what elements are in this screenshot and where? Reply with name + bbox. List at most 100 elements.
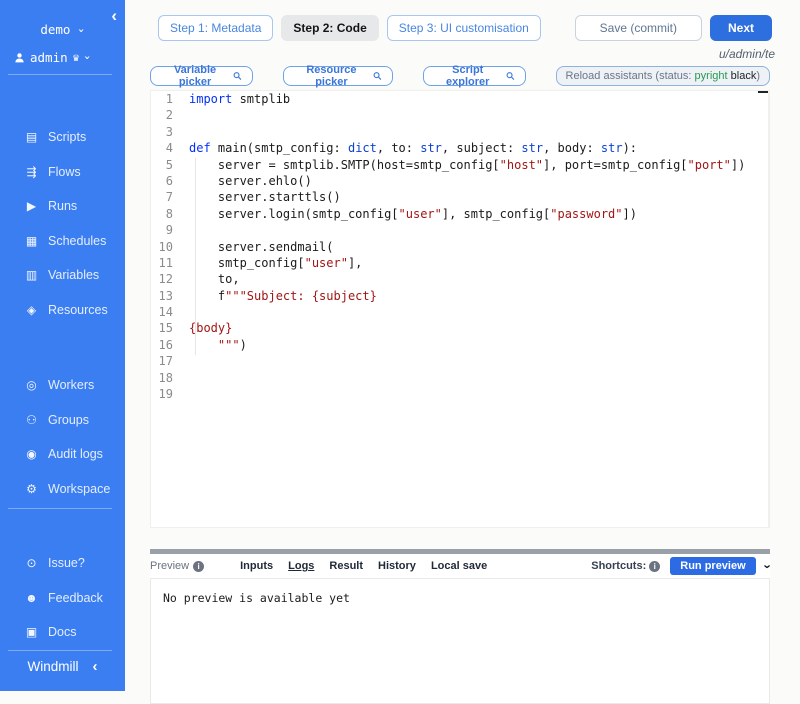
code-line[interactable]: 7 server.starttls() [151, 189, 769, 205]
info-icon[interactable]: i [649, 561, 660, 572]
code-line[interactable]: 14 [151, 304, 769, 320]
code-text: import smtplib [173, 91, 290, 107]
workspace-selector[interactable]: demo › [0, 22, 125, 37]
code-line[interactable]: 19 [151, 386, 769, 402]
line-number: 13 [151, 288, 173, 304]
search-icon [506, 71, 515, 81]
sidebar-item-variables[interactable]: ▥ Variables [0, 258, 125, 293]
preview-tab-inputs[interactable]: Inputs [240, 560, 273, 572]
variables-icon: ▥ [24, 268, 39, 282]
sidebar-item-audit-logs[interactable]: ◉Audit logs [0, 437, 125, 472]
code-line[interactable]: 3 [151, 124, 769, 140]
code-line[interactable]: 8 server.login(smtp_config["user"], smtp… [151, 206, 769, 222]
code-line[interactable]: 9 [151, 222, 769, 238]
sidebar-item-label: Scripts [48, 130, 86, 144]
tab-step1-metadata[interactable]: Step 1: Metadata [158, 15, 273, 41]
code-line[interactable]: 4def main(smtp_config: dict, to: str, su… [151, 140, 769, 156]
sidebar-item-runs[interactable]: ▶Runs [0, 189, 125, 224]
sidebar-item-flows[interactable]: ⇶ Flows [0, 155, 125, 190]
sidebar-item-label: Groups [48, 413, 89, 427]
sidebar-item-label: Flows [48, 165, 81, 179]
code-line[interactable]: 5 server = smtplib.SMTP(host=smtp_config… [151, 157, 769, 173]
save-commit-button[interactable]: Save (commit) [575, 15, 702, 41]
sidebar-nav-admin: ◎ Workers ⚇Groups◉Audit logs⚙Workspace [0, 368, 125, 506]
reload-assistants-button[interactable]: Reload assistants (status: pyright black… [556, 66, 770, 86]
code-text: smtp_config["user"], [173, 255, 362, 271]
brand-name: Windmill [27, 659, 78, 674]
sidebar-item-schedules[interactable]: ▦ Schedules [0, 224, 125, 259]
sidebar-item-feedback[interactable]: ☻ Feedback [0, 581, 125, 616]
code-text: def main(smtp_config: dict, to: str, sub… [173, 140, 637, 156]
flows-icon: ⇶ [24, 165, 39, 179]
preview-tab-local-save[interactable]: Local save [431, 560, 487, 572]
script-explorer-button[interactable]: Script explorer [423, 66, 526, 86]
scripts-icon: ▤ [24, 130, 39, 144]
sidebar-nav-footer: ⊙Issue? ☻ Feedback ▣Docs [0, 546, 125, 650]
run-preview-button[interactable]: Run preview [670, 557, 755, 575]
sidebar: ‹ demo › admin ♛ › ▤ Scripts ⇶ Flows ▶Runs ▦ S… [0, 0, 125, 691]
workspace-name: demo [40, 22, 70, 37]
crown-icon: ♛ [73, 51, 80, 64]
sidebar-item-scripts[interactable]: ▤ Scripts [0, 120, 125, 155]
sidebar-item-workers[interactable]: ◎ Workers [0, 368, 125, 403]
line-number: 14 [151, 304, 173, 320]
sidebar-item-label: Resources [48, 303, 108, 317]
sidebar-item-issue[interactable]: ⊙Issue? [0, 546, 125, 581]
sidebar-item-workspace[interactable]: ⚙Workspace [0, 472, 125, 507]
sidebar-item-label: Schedules [48, 234, 106, 248]
sidebar-item-resources[interactable]: ◈ Resources [0, 293, 125, 328]
user-name: admin [30, 50, 68, 65]
code-line[interactable]: 1import smtplib [151, 91, 769, 107]
info-icon[interactable]: i [193, 561, 204, 572]
code-text [173, 386, 189, 402]
code-text: server = smtplib.SMTP(host=smtp_config["… [173, 157, 745, 173]
tab-step2-code[interactable]: Step 2: Code [281, 15, 378, 41]
sidebar-item-docs[interactable]: ▣Docs [0, 615, 125, 650]
code-line[interactable]: 12 to, [151, 271, 769, 287]
shortcuts-label: Shortcuts: i [591, 560, 660, 572]
code-editor[interactable]: 1import smtplib234def main(smtp_config: … [150, 90, 770, 528]
line-number: 16 [151, 337, 173, 353]
sidebar-item-label: Issue? [48, 556, 85, 570]
workers-icon: ◎ [24, 378, 39, 392]
code-text: server.starttls() [173, 189, 341, 205]
code-line[interactable]: 6 server.ehlo() [151, 173, 769, 189]
resources-icon: ◈ [24, 303, 39, 317]
sidebar-item-groups[interactable]: ⚇Groups [0, 403, 125, 438]
workspace-icon: ⚙ [24, 482, 39, 496]
code-line[interactable]: 10 server.sendmail( [151, 239, 769, 255]
reload-label: Reload assistants (status: [566, 70, 695, 82]
sidebar-item-label: Feedback [48, 591, 103, 605]
preview-tab-result[interactable]: Result [329, 560, 363, 572]
sidebar-collapse-icon[interactable]: ‹ [93, 658, 98, 675]
next-button[interactable]: Next [710, 15, 772, 41]
preview-label: Preview i [150, 560, 204, 572]
schedules-icon: ▦ [24, 234, 39, 248]
picker-label: Script explorer [434, 64, 502, 88]
code-text: to, [173, 271, 240, 287]
picker-buttons: Variable picker Resource picker Script exp… [150, 66, 556, 86]
discord-icon: ☻ [24, 591, 39, 605]
book-icon: ▣ [24, 625, 39, 639]
code-line[interactable]: 2 [151, 107, 769, 123]
code-text [173, 124, 189, 140]
chevron-down-icon[interactable]: › [760, 564, 775, 568]
audit-logs-icon: ◉ [24, 447, 39, 461]
code-line[interactable]: 18 [151, 370, 769, 386]
preview-tab-history[interactable]: History [378, 560, 416, 572]
picker-label: Variable picker [161, 64, 229, 88]
code-line[interactable]: 16 """) [151, 337, 769, 353]
variable-picker-button[interactable]: Variable picker [150, 66, 253, 86]
sidebar-item-label: Variables [48, 268, 99, 282]
code-line[interactable]: 15{body} [151, 320, 769, 336]
editor-toolbar: Variable picker Resource picker Script exp… [150, 64, 770, 88]
resource-picker-button[interactable]: Resource picker [283, 66, 393, 86]
user-menu[interactable]: admin ♛ › [14, 50, 91, 65]
code-line[interactable]: 11 smtp_config["user"], [151, 255, 769, 271]
code-line[interactable]: 13 f"""Subject: {subject} [151, 288, 769, 304]
sidebar-item-label: Workers [48, 378, 94, 392]
preview-tab-logs[interactable]: Logs [288, 560, 314, 572]
code-line[interactable]: 17 [151, 353, 769, 369]
line-number: 18 [151, 370, 173, 386]
tab-step3-ui-customisation[interactable]: Step 3: UI customisation [387, 15, 541, 41]
